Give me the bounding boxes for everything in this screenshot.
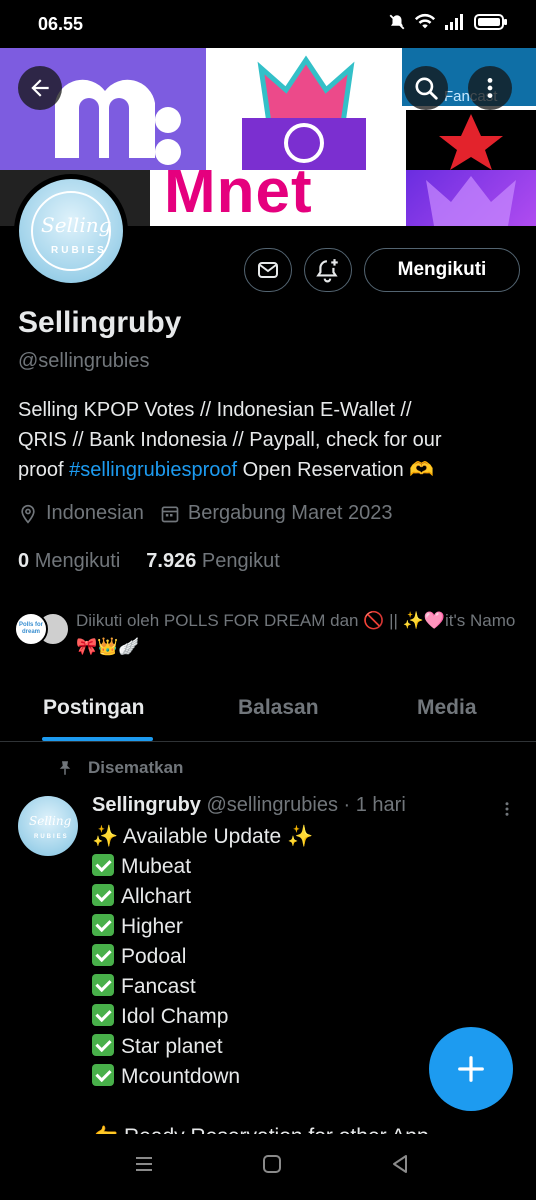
- post-headline: ✨ Available Update ✨: [92, 825, 314, 848]
- tab-postingan[interactable]: Postingan: [43, 696, 145, 720]
- follower-avatar-1: Polls for dream: [14, 612, 48, 646]
- plus-icon: [458, 1056, 484, 1082]
- followed-by-text[interactable]: Diikuti oleh POLLS FOR DREAM dan 🚫 || ✨🩷…: [76, 608, 526, 660]
- pinned-label: Disematkan: [56, 758, 183, 778]
- home-button[interactable]: [262, 1154, 282, 1179]
- signal-icon: [445, 14, 463, 30]
- post-list-item: Allchart: [92, 882, 512, 912]
- bio-line-2: QRIS // Bank Indonesia // Paypall, check…: [18, 429, 442, 451]
- more-vertical-icon: [505, 802, 509, 816]
- checkmark-icon: [92, 1064, 114, 1086]
- tab-balasan[interactable]: Balasan: [238, 696, 319, 720]
- banner-tile-star: [406, 110, 536, 170]
- banner-tile-crown: [206, 48, 402, 170]
- post-list-item: Mubeat: [92, 852, 512, 882]
- active-tab-indicator: [42, 737, 153, 741]
- display-name: Sellingruby: [18, 306, 182, 339]
- post-list-item: Fancast: [92, 972, 512, 1002]
- banner-tile-purple: [406, 170, 536, 226]
- post-list-item: Higher: [92, 912, 512, 942]
- checkmark-icon: [92, 914, 114, 936]
- search-icon: [415, 77, 438, 100]
- profile-handle: @sellingrubies: [18, 350, 150, 372]
- more-vertical-icon: [487, 78, 493, 98]
- joined-date: Bergabung Maret 2023: [187, 502, 393, 524]
- battery-icon: [474, 14, 507, 30]
- banner-tile-mnet: Mnet: [150, 170, 406, 226]
- post-author-name[interactable]: Sellingruby: [92, 794, 201, 816]
- menu-lines-icon: [136, 1157, 152, 1171]
- post-list-item: Podoal: [92, 942, 512, 972]
- following-button[interactable]: Mengikuti: [364, 248, 520, 292]
- notify-button[interactable]: [304, 248, 352, 292]
- bio-hashtag-link[interactable]: #sellingrubiesproof: [69, 459, 237, 481]
- profile-tabs: Postingan Balasan Media: [0, 680, 536, 742]
- post-avatar[interactable]: Selling RUBIES: [18, 796, 78, 856]
- post-time: 1 hari: [355, 794, 406, 816]
- location-pin-icon: [21, 504, 35, 524]
- follow-counts: 0 Mengikuti 7.926 Pengikut: [18, 550, 280, 573]
- checkmark-icon: [92, 974, 114, 996]
- bio-line-3: proof #sellingrubiesproof Open Reservati…: [18, 459, 435, 481]
- mnet-logo-text: Mnet: [164, 170, 313, 226]
- checkmark-icon: [92, 854, 114, 876]
- profile-meta: Indonesian Bergabung Maret 2023: [18, 502, 408, 525]
- profile-avatar[interactable]: Selling RUBIES: [14, 174, 128, 288]
- post-more-button[interactable]: [498, 798, 516, 825]
- pin-icon: [59, 761, 71, 775]
- banner-tile-mubeat: [0, 48, 206, 170]
- message-button[interactable]: [244, 248, 292, 292]
- bell-plus-icon: [316, 259, 338, 283]
- status-bar: 06.55: [0, 0, 536, 48]
- calendar-icon: [161, 505, 179, 522]
- location-text: Indonesian: [46, 502, 144, 524]
- envelope-icon: [258, 262, 278, 278]
- post-list-item: Idol Champ: [92, 1002, 512, 1032]
- tab-media[interactable]: Media: [417, 696, 477, 720]
- recents-button[interactable]: [134, 1154, 154, 1179]
- search-button[interactable]: [404, 66, 448, 110]
- post-author-handle[interactable]: @sellingrubies: [206, 794, 337, 816]
- system-nav-bar: [0, 1134, 536, 1200]
- mute-bell-icon: [389, 14, 405, 30]
- status-time: 06.55: [38, 14, 84, 34]
- arrow-left-icon: [31, 79, 49, 97]
- checkmark-icon: [92, 1004, 114, 1026]
- avatar-text-bottom: RUBIES: [51, 245, 107, 256]
- avatar-image: Selling RUBIES: [19, 179, 123, 283]
- followed-by-avatars[interactable]: Polls for dream: [14, 608, 74, 648]
- back-button[interactable]: [18, 66, 62, 110]
- triangle-back-icon: [393, 1155, 407, 1173]
- avatar-text-top: Selling: [41, 213, 112, 237]
- bio-line-1: Selling KPOP Votes // Indonesian E-Walle…: [18, 399, 412, 421]
- status-icons: [388, 13, 508, 31]
- post-header: Sellingruby @sellingrubies · 1 hari: [92, 794, 406, 816]
- checkmark-icon: [92, 944, 114, 966]
- more-options-button[interactable]: [468, 66, 512, 110]
- compose-button[interactable]: [429, 1027, 513, 1111]
- checkmark-icon: [92, 884, 114, 906]
- square-home-icon: [263, 1155, 281, 1173]
- wifi-icon: [414, 13, 436, 29]
- followers-count-link[interactable]: 7.926 Pengikut: [146, 550, 279, 573]
- following-count-link[interactable]: 0 Mengikuti: [18, 550, 120, 573]
- profile-bio: Selling KPOP Votes // Indonesian E-Walle…: [18, 395, 523, 485]
- checkmark-icon: [92, 1034, 114, 1056]
- back-nav-button[interactable]: [390, 1154, 410, 1179]
